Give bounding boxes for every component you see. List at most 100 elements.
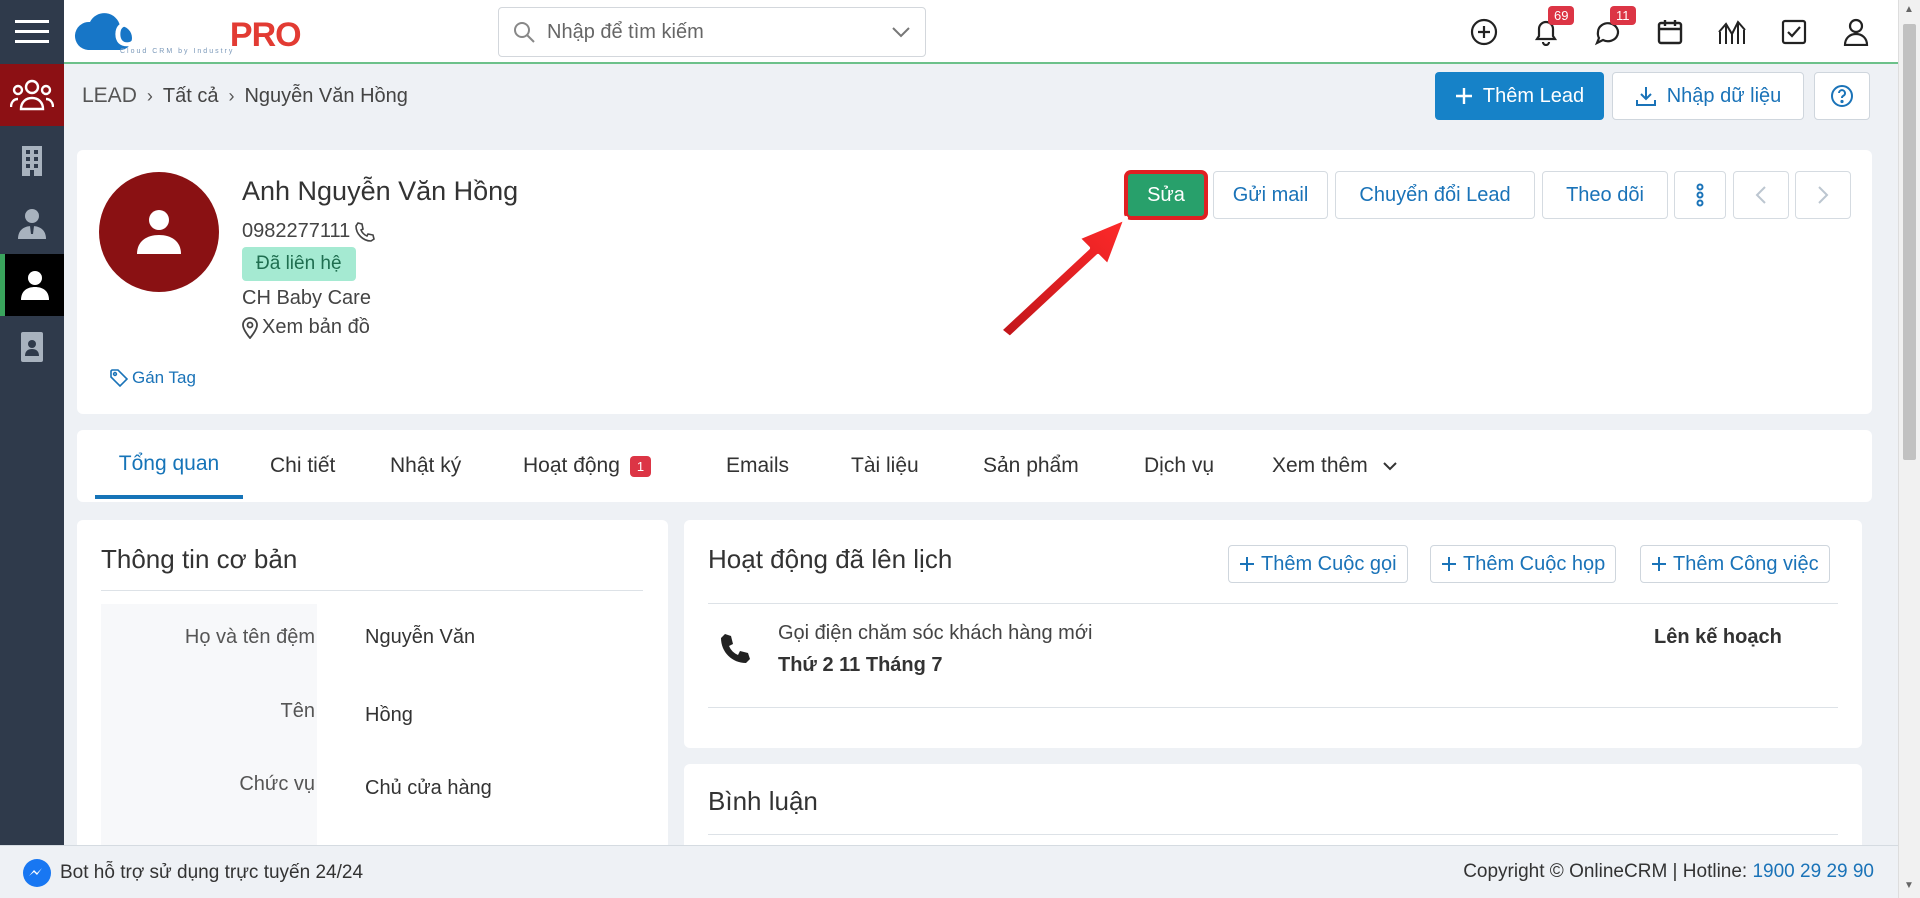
chevron-right-icon: › [228, 85, 235, 106]
lead-profile-card: Anh Nguyễn Văn Hồng 0982277111 Đã liên h… [77, 150, 1872, 414]
add-call-button[interactable]: Thêm Cuộc gọi [1228, 545, 1408, 583]
tab-services[interactable]: Dịch vụ [1144, 430, 1214, 502]
phone-icon[interactable] [354, 221, 376, 243]
basic-info-card: Thông tin cơ bản Họ và tên đệm Nguyễn Vă… [77, 520, 668, 854]
scroll-up-arrow-icon[interactable]: ▲ [1904, 4, 1914, 15]
tab-label: Chi tiết [270, 454, 336, 477]
annotation-arrow [998, 216, 1128, 340]
activity-row[interactable]: Gọi điện chăm sóc khách hàng mới Thứ 2 1… [708, 604, 1838, 708]
add-meeting-label: Thêm Cuộc họp [1463, 552, 1606, 575]
follow-button[interactable]: Theo dõi [1542, 171, 1668, 219]
tab-log[interactable]: Nhật ký [390, 430, 461, 502]
messenger-icon [23, 859, 51, 887]
message-count-badge: 11 [1610, 6, 1636, 25]
tab-label: Hoạt động [523, 454, 620, 477]
tab-label: Xem thêm [1272, 454, 1368, 477]
status-badge[interactable]: Đã liên hệ [242, 247, 356, 281]
map-link[interactable]: Xem bản đồ [242, 316, 370, 339]
vertical-scrollbar[interactable]: ▲ ▼ [1898, 0, 1920, 898]
lead-phone-row: 0982277111 [242, 220, 376, 243]
divider [101, 590, 643, 591]
basic-info-title: Thông tin cơ bản [101, 544, 298, 574]
tab-bar: Tổng quan Chi tiết Nhật ký Hoạt động 1 Em… [77, 430, 1872, 502]
add-meeting-button[interactable]: Thêm Cuộc họp [1430, 545, 1617, 583]
scrollbar-thumb[interactable] [1903, 24, 1916, 460]
chevron-right-icon: › [146, 85, 153, 106]
sidebar-item-contacts[interactable] [0, 192, 64, 254]
tab-overview[interactable]: Tổng quan [95, 433, 243, 499]
tab-documents[interactable]: Tài liệu [851, 430, 919, 502]
breadcrumb: LEAD › Tất cả › Nguyễn Văn Hồng [82, 84, 408, 108]
convert-lead-button[interactable]: Chuyển đổi Lead [1335, 171, 1535, 219]
lead-phone[interactable]: 0982277111 [242, 220, 350, 243]
comments-card: Bình luận [684, 764, 1862, 854]
scheduled-activities-card: Hoạt động đã lên lịch Thêm Cuộc gọi Thêm… [684, 520, 1862, 748]
calendar-icon[interactable] [1654, 16, 1686, 48]
report-chart-icon[interactable] [1716, 16, 1748, 48]
notification-count-badge: 69 [1548, 6, 1575, 25]
breadcrumb-root[interactable]: LEAD [82, 84, 137, 108]
assign-tag-label: Gán Tag [132, 368, 196, 387]
add-circle-icon[interactable] [1468, 16, 1500, 48]
user-silhouette-icon [137, 210, 181, 254]
chat-icon[interactable]: 11 [1592, 6, 1636, 48]
user-tie-icon [18, 209, 46, 239]
sidebar-item-leads[interactable] [0, 64, 64, 126]
scroll-down-arrow-icon[interactable]: ▼ [1904, 880, 1914, 891]
contact-card-icon [21, 332, 43, 362]
activities-count-badge: 1 [629, 455, 652, 477]
tab-emails[interactable]: Emails [726, 430, 789, 502]
user-icon [20, 271, 49, 300]
sidebar-item-documents[interactable] [0, 316, 64, 378]
tab-label: Sản phẩm [983, 454, 1079, 477]
map-link-label: Xem bản đồ [262, 316, 370, 338]
tab-activities[interactable]: Hoạt động 1 [523, 430, 652, 502]
logo[interactable]: CLOUDPRO Cloud CRM by Industry [74, 6, 304, 56]
previous-record-button[interactable] [1733, 171, 1789, 219]
task-check-icon[interactable] [1778, 16, 1810, 48]
question-circle-icon [1831, 85, 1853, 107]
send-mail-button[interactable]: Gửi mail [1213, 171, 1328, 219]
scheduled-activities-title: Hoạt động đã lên lịch [708, 544, 953, 574]
copyright-text: Copyright © OnlineCRM [1463, 861, 1668, 882]
hotline-label: Hotline: [1682, 861, 1748, 882]
bell-icon[interactable]: 69 [1530, 6, 1575, 48]
lead-company: CH Baby Care [242, 287, 371, 309]
download-icon [1635, 87, 1656, 106]
tab-label: Nhật ký [390, 454, 462, 477]
tab-more[interactable]: Xem thêm [1272, 430, 1398, 502]
info-value: Chủ cửa hàng [365, 777, 492, 799]
menu-icon[interactable] [0, 0, 64, 64]
next-record-button[interactable] [1795, 171, 1851, 219]
breadcrumb-level1[interactable]: Tất cả [163, 85, 219, 108]
chevron-down-icon[interactable] [891, 26, 911, 38]
search-box[interactable] [498, 7, 926, 57]
add-lead-button[interactable]: Thêm Lead [1435, 72, 1604, 120]
sidebar-item-lead-detail[interactable] [0, 254, 64, 316]
import-data-button[interactable]: Nhập dữ liệu [1612, 72, 1804, 120]
add-call-label: Thêm Cuộc gọi [1261, 552, 1397, 575]
info-label: Tên [280, 700, 315, 722]
search-input[interactable] [547, 20, 891, 44]
logo-tagline: Cloud CRM by Industry [120, 48, 235, 55]
more-vertical-icon [1696, 183, 1704, 207]
account-icon[interactable] [1840, 16, 1872, 48]
assign-tag-link[interactable]: Gán Tag [110, 368, 196, 388]
sidebar-item-organizations[interactable] [0, 130, 64, 192]
info-value: Hồng [365, 704, 413, 726]
tab-label: Dịch vụ [1144, 454, 1215, 477]
hotline-number[interactable]: 1900 29 29 90 [1752, 861, 1874, 882]
plus-icon [1652, 557, 1666, 571]
help-button[interactable] [1814, 72, 1870, 120]
add-task-label: Thêm Công việc [1673, 552, 1819, 575]
users-group-icon [10, 79, 54, 111]
tab-details[interactable]: Chi tiết [270, 430, 335, 502]
info-label: Chức vụ [239, 773, 315, 795]
add-task-button[interactable]: Thêm Công việc [1640, 545, 1830, 583]
footer: Bot hỗ trợ sử dụng trực tuyến 24/24 Copy… [0, 845, 1898, 898]
tab-products[interactable]: Sản phẩm [983, 430, 1079, 502]
search-icon [514, 22, 535, 43]
support-bot-link[interactable]: Bot hỗ trợ sử dụng trực tuyến 24/24 [22, 858, 363, 888]
tab-label: Tài liệu [851, 454, 919, 477]
more-options-button[interactable] [1674, 171, 1726, 219]
